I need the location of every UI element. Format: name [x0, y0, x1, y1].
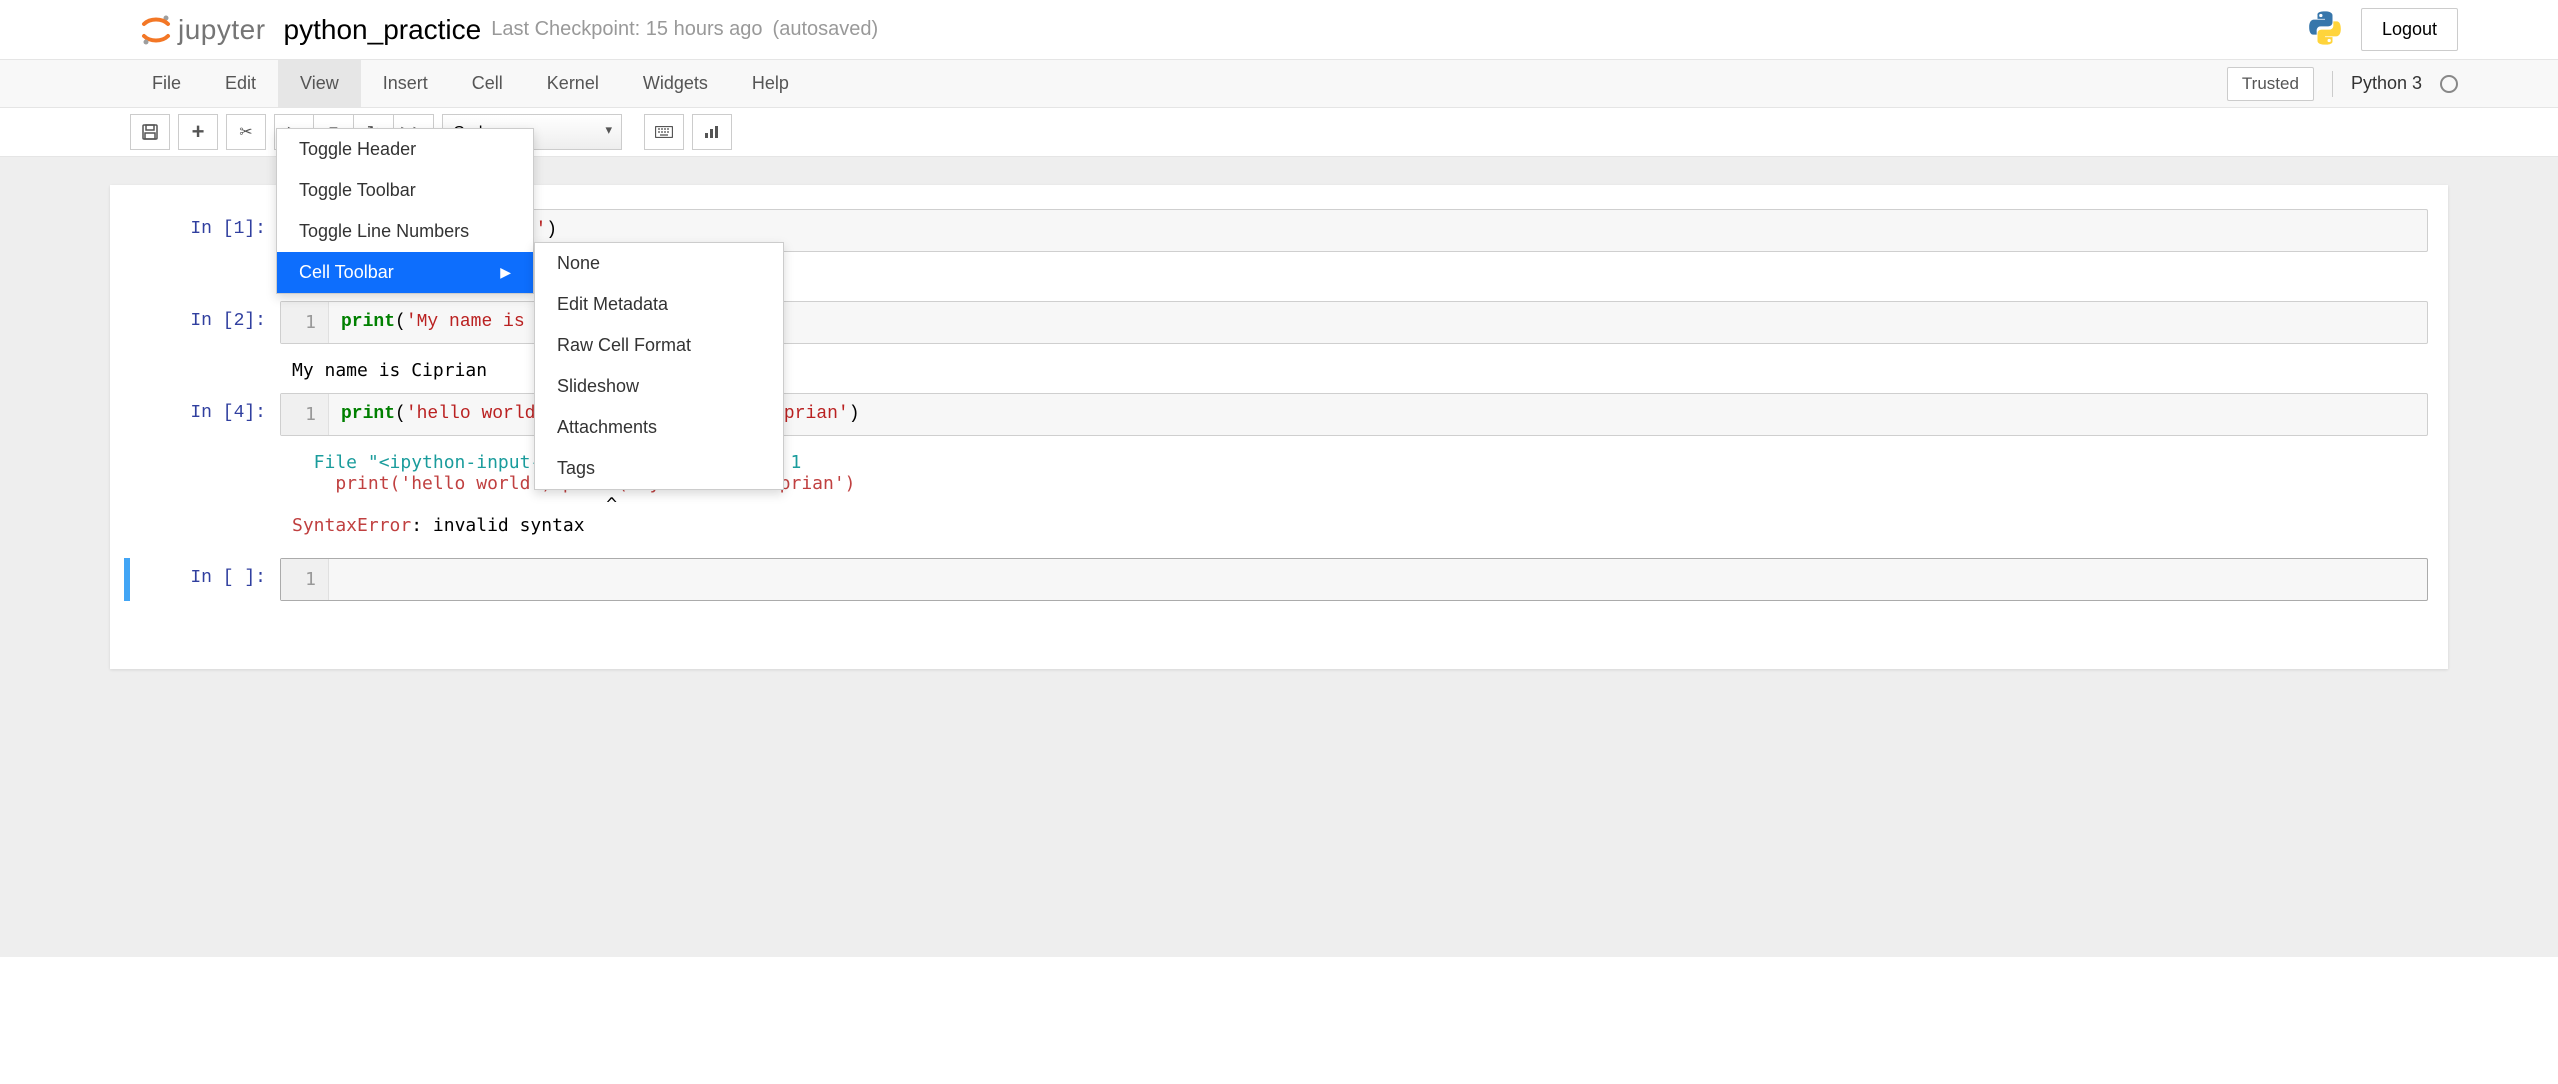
view-menu-toggle-line-numbers[interactable]: Toggle Line Numbers: [277, 211, 533, 252]
cell-toolbar-attachments[interactable]: Attachments: [535, 407, 783, 448]
menu-view[interactable]: View: [278, 60, 361, 107]
jupyter-logo[interactable]: jupyter: [140, 14, 266, 46]
view-menu-toggle-toolbar[interactable]: Toggle Toolbar: [277, 170, 533, 211]
input-prompt: In [ ]:: [130, 558, 280, 601]
line-number: 1: [281, 394, 329, 435]
cell-toolbar-slideshow[interactable]: Slideshow: [535, 366, 783, 407]
autosave-status: (autosaved): [773, 18, 879, 41]
line-number: 1: [281, 559, 329, 600]
notebook-name[interactable]: python_practice: [284, 14, 482, 46]
python-icon: [2305, 8, 2345, 51]
kernel-status-icon: [2440, 75, 2458, 93]
menu-widgets[interactable]: Widgets: [621, 60, 730, 107]
notebook-header: jupyter python_practice Last Checkpoint:…: [0, 0, 2558, 60]
cell-toolbar-submenu: NoneEdit MetadataRaw Cell FormatSlidesho…: [534, 242, 784, 490]
cut-button[interactable]: ✂: [226, 114, 266, 150]
menu-cell[interactable]: Cell: [450, 60, 525, 107]
submenu-arrow-icon: ▶: [500, 264, 511, 281]
input-area[interactable]: 1: [280, 558, 2428, 601]
insert-cell-below-button[interactable]: +: [178, 114, 218, 150]
view-menu-cell-toolbar[interactable]: Cell Toolbar▶: [277, 252, 533, 293]
input-prompt: In [4]:: [130, 393, 280, 436]
code-cell[interactable]: In [2]: 1 print('My name is Ciprian'): [130, 301, 2428, 344]
logout-button[interactable]: Logout: [2361, 8, 2458, 51]
chart-button[interactable]: [692, 114, 732, 150]
menu-insert[interactable]: Insert: [361, 60, 450, 107]
cell-toolbar-raw-cell-format[interactable]: Raw Cell Format: [535, 325, 783, 366]
cell-toolbar-none[interactable]: None: [535, 243, 783, 284]
cell-toolbar-edit-metadata[interactable]: Edit Metadata: [535, 284, 783, 325]
menubar: FileEditViewInsertCellKernelWidgetsHelp …: [0, 60, 2558, 108]
menu-kernel[interactable]: Kernel: [525, 60, 621, 107]
save-button[interactable]: [130, 114, 170, 150]
menu-edit[interactable]: Edit: [203, 60, 278, 107]
menu-help[interactable]: Help: [730, 60, 811, 107]
input-prompt: In [2]:: [130, 301, 280, 344]
jupyter-logo-icon: [140, 14, 172, 46]
cell-toolbar-tags[interactable]: Tags: [535, 448, 783, 489]
view-menu-dropdown: Toggle HeaderToggle ToolbarToggle Line N…: [276, 128, 534, 294]
command-palette-button[interactable]: [644, 114, 684, 150]
trusted-indicator[interactable]: Trusted: [2227, 67, 2314, 101]
jupyter-logo-text: jupyter: [178, 14, 266, 46]
code-cell[interactable]: In [4]: 1 print('hello world') print('My…: [130, 393, 2428, 436]
view-menu-toggle-header[interactable]: Toggle Header: [277, 129, 533, 170]
divider: [2332, 71, 2333, 97]
input-prompt: In [1]:: [130, 209, 280, 252]
code-content[interactable]: [329, 559, 2427, 600]
code-cell[interactable]: In [ ]: 1: [124, 558, 2428, 601]
menu-file[interactable]: File: [130, 60, 203, 107]
kernel-name[interactable]: Python 3: [2351, 73, 2422, 94]
line-number: 1: [281, 302, 329, 343]
checkpoint-status: Last Checkpoint: 15 hours ago: [491, 18, 762, 41]
